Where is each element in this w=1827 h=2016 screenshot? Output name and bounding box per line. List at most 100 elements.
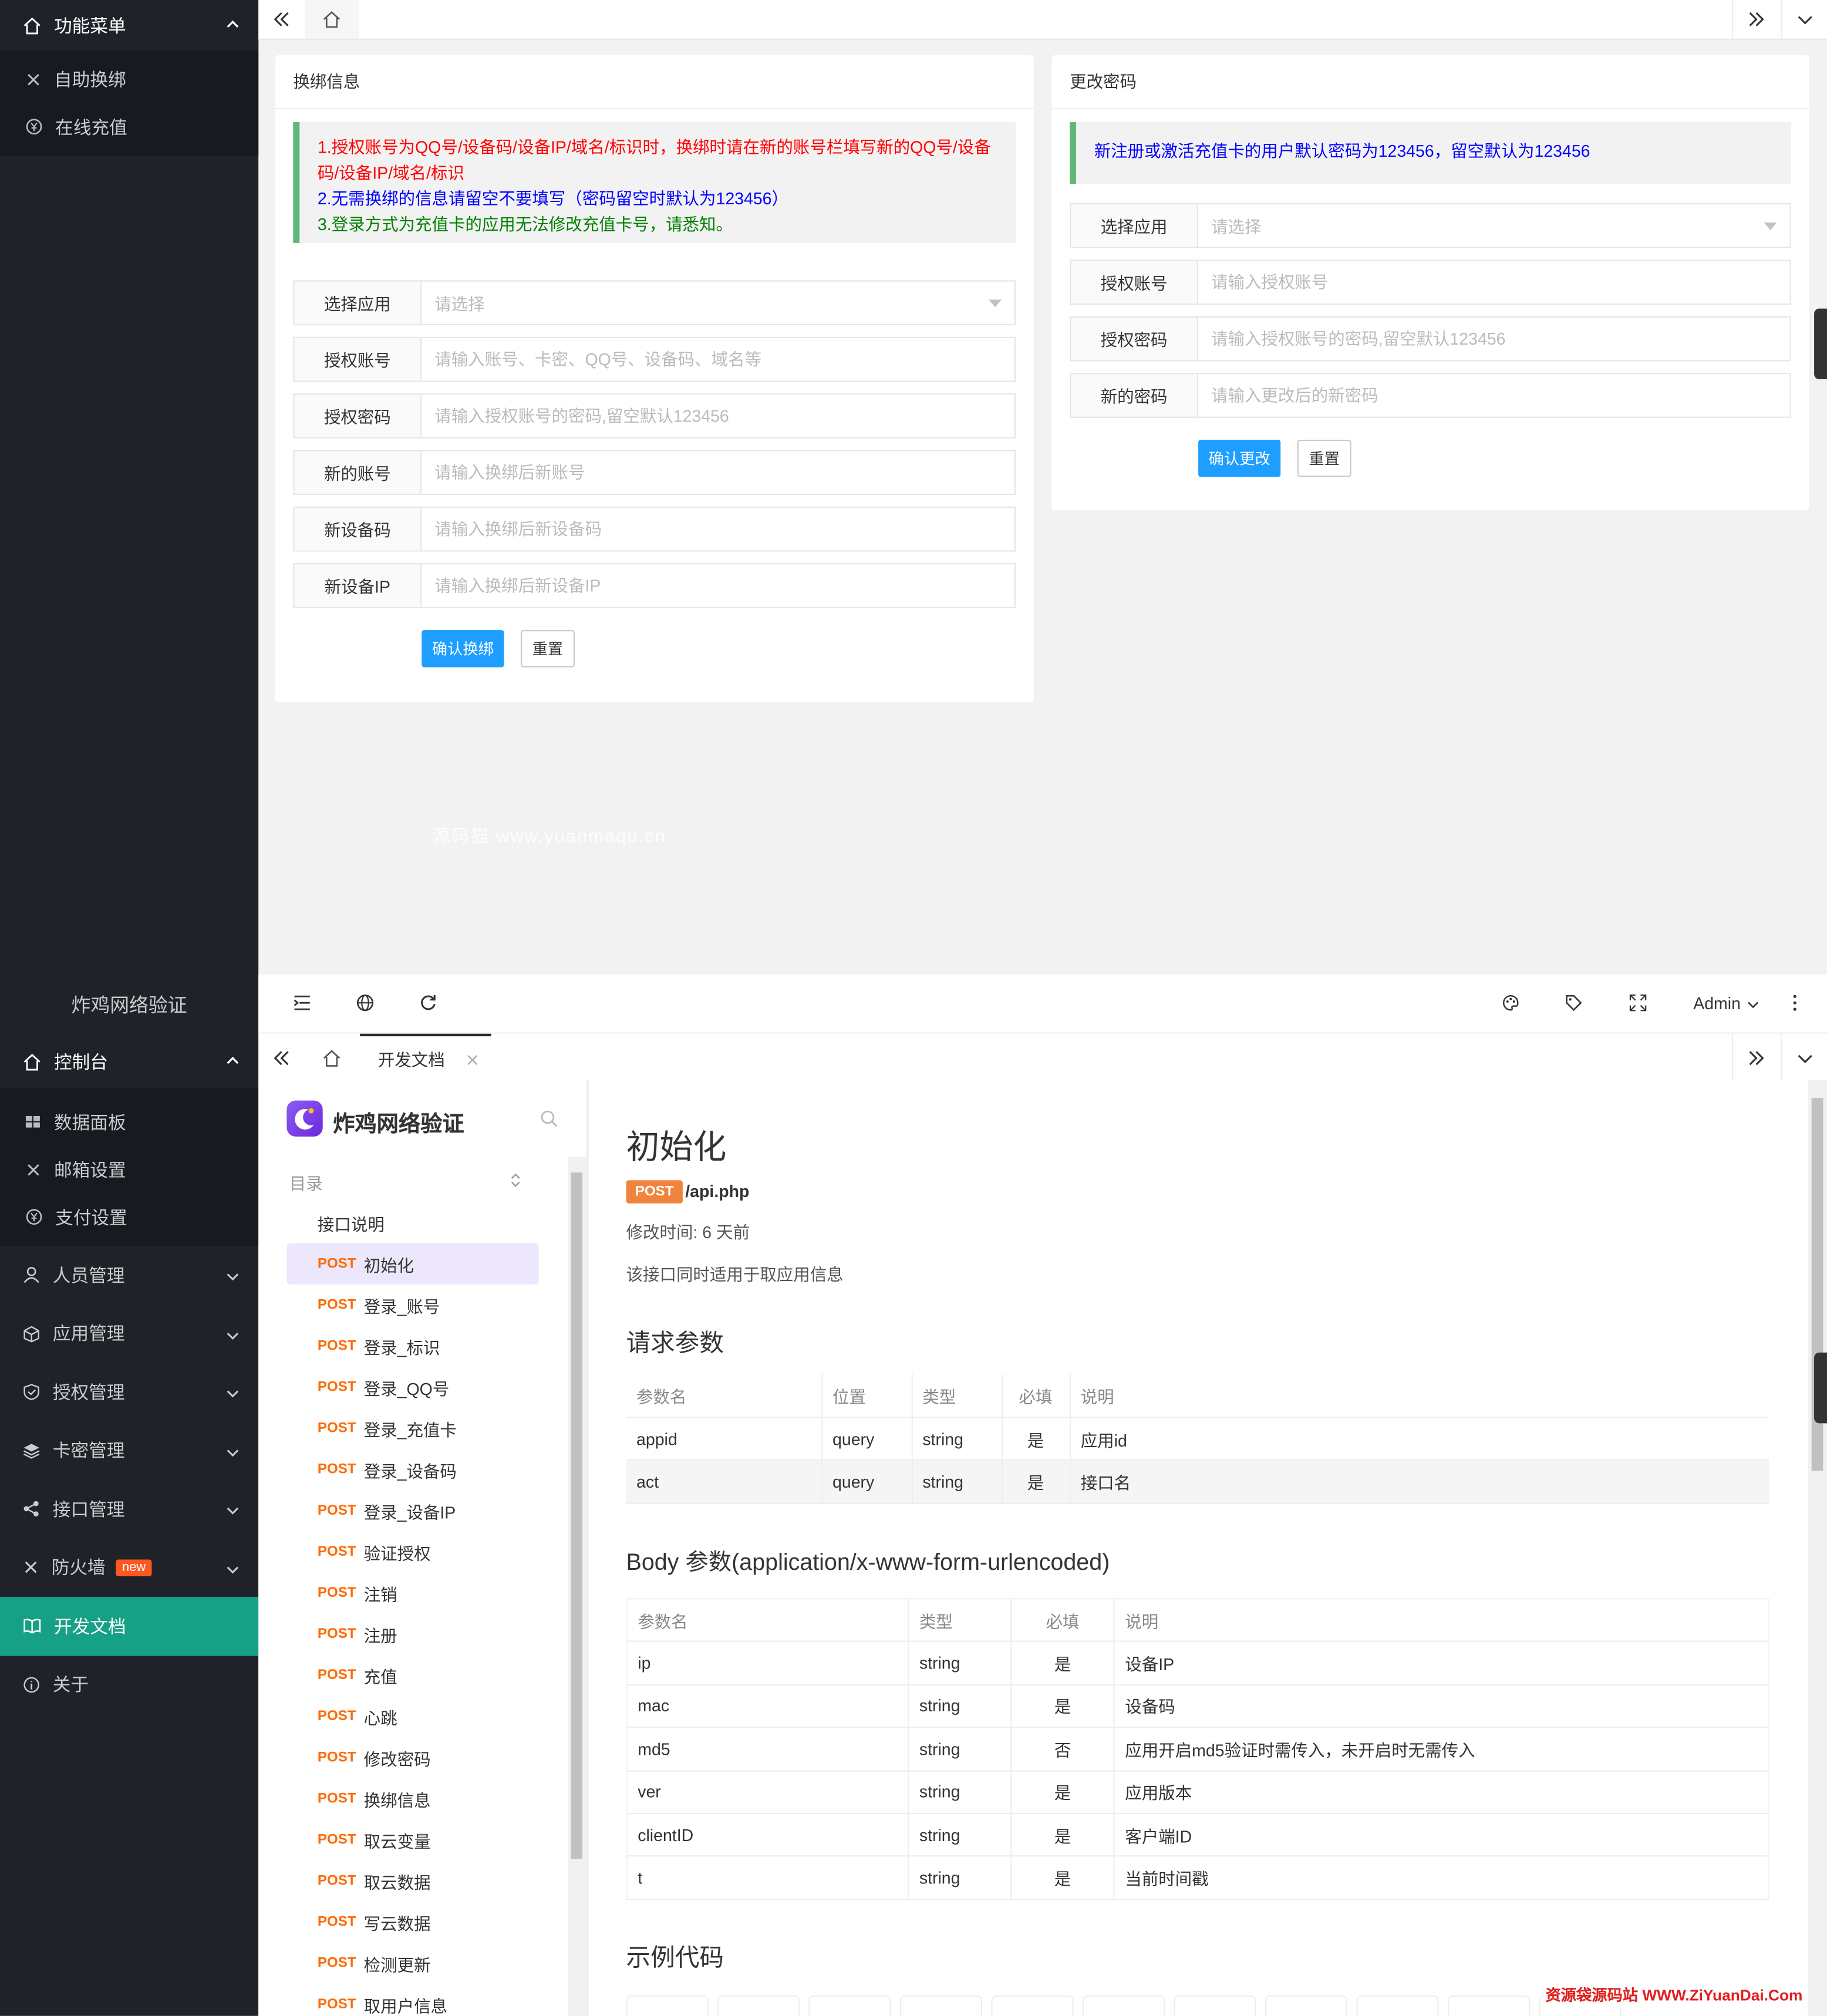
toc-item[interactable]: POST 取云变量	[286, 1819, 538, 1860]
rebind-new-account-input[interactable]	[422, 451, 1014, 494]
code-tab[interactable]	[717, 1995, 800, 2016]
toc-scrollbar[interactable]	[568, 1157, 586, 2016]
content-scrollbar[interactable]	[1808, 1080, 1827, 2016]
code-tab[interactable]	[1265, 1995, 1348, 2016]
sidebar-item-dashboard[interactable]: 数据面板	[0, 1098, 258, 1145]
toc-item[interactable]: POST 注册	[286, 1613, 538, 1654]
fullscreen-icon[interactable]	[1629, 994, 1647, 1012]
code-tab[interactable]	[1082, 1995, 1165, 2016]
code-tab[interactable]	[900, 1995, 983, 2016]
confirm-change-button[interactable]: 确认更改	[1198, 439, 1281, 477]
sidebar-item-auth[interactable]: 授权管理	[0, 1363, 258, 1421]
code-tab[interactable]	[1356, 1995, 1439, 2016]
toc-item[interactable]: POST 登录_账号	[286, 1285, 538, 1326]
close-icon[interactable]	[467, 1054, 478, 1066]
tabs-scroll-left[interactable]	[258, 1034, 305, 1081]
reset-password-button[interactable]: 重置	[1297, 439, 1351, 477]
function-menu-header[interactable]: 功能菜单	[0, 0, 259, 50]
toc-item[interactable]: POST 登录_充值卡	[286, 1408, 538, 1449]
sidebar-item-mail[interactable]: 邮箱设置	[0, 1145, 258, 1193]
console-submenu: 数据面板 邮箱设置 支付设置	[0, 1087, 259, 1246]
method-tag: POST	[317, 1626, 356, 1642]
toc-scroll-thumb[interactable]	[571, 1172, 583, 1859]
sidebar-item-apps[interactable]: 应用管理	[0, 1304, 258, 1363]
toc-item[interactable]: POST 登录_设备IP	[286, 1490, 538, 1531]
more-vertical-icon[interactable]	[1792, 994, 1798, 1012]
toc-item[interactable]: POST 登录_标识	[286, 1326, 538, 1367]
expand-collapse-icon[interactable]	[510, 1172, 521, 1188]
sidebar-item-api[interactable]: 接口管理	[0, 1480, 258, 1539]
toc-item[interactable]: POST 写云数据	[286, 1902, 538, 1943]
confirm-rebind-button[interactable]: 确认换绑	[422, 630, 504, 667]
sidebar-item-payment[interactable]: 支付设置	[0, 1193, 258, 1240]
sidebar-item-recharge[interactable]: 在线充值	[0, 103, 258, 150]
endpoint-path: /api.php	[685, 1181, 750, 1201]
rebind-account-input[interactable]	[422, 338, 1014, 381]
tab-home[interactable]	[305, 0, 359, 39]
code-tab[interactable]	[991, 1995, 1074, 2016]
tabs-menu-button[interactable]	[1781, 0, 1827, 39]
search-icon[interactable]	[540, 1110, 558, 1128]
method-tag: POST	[317, 1420, 356, 1437]
chevron-down-icon	[1797, 1054, 1812, 1063]
tabs-menu-button[interactable]	[1781, 1033, 1827, 1081]
toc-item[interactable]: POST 修改密码	[286, 1737, 538, 1778]
toc-item[interactable]: POST 心跳	[286, 1696, 538, 1737]
toc-item[interactable]: POST 取云数据	[286, 1860, 538, 1902]
sidebar-item-cards[interactable]: 卡密管理	[0, 1421, 258, 1480]
tabs-scroll-right[interactable]	[1731, 0, 1778, 39]
admin-user-menu[interactable]: Admin	[1693, 994, 1741, 1013]
toc-item[interactable]: POST 充值	[286, 1655, 538, 1696]
tabs-scroll-right[interactable]	[1731, 1033, 1778, 1081]
console-header[interactable]: 控制台	[0, 1034, 259, 1088]
toc-item[interactable]: POST 取用户信息	[286, 1984, 538, 2016]
refresh-icon[interactable]	[419, 994, 437, 1012]
chevron-up-icon	[227, 20, 239, 28]
toc-item-intro[interactable]: 接口说明	[286, 1202, 538, 1243]
pw-password-row: 授权密码	[1070, 316, 1791, 362]
toc-item[interactable]: POST 初始化	[286, 1243, 539, 1285]
toc-item[interactable]: POST 注销	[286, 1572, 538, 1613]
pw-new-password-input[interactable]	[1198, 374, 1790, 417]
reset-rebind-button[interactable]: 重置	[520, 630, 575, 667]
home-icon	[23, 1053, 41, 1070]
sidebar-item-docs[interactable]: 开发文档	[0, 1596, 259, 1656]
sidebar-item-users[interactable]: 人员管理	[0, 1246, 258, 1304]
rebind-password-input[interactable]	[422, 395, 1014, 437]
password-card: 更改密码 新注册或激活充值卡的用户默认密码为123456，留空默认为123456…	[1051, 55, 1809, 511]
globe-icon[interactable]	[356, 994, 375, 1012]
rebind-new-device-input[interactable]	[422, 508, 1014, 551]
theme-palette-icon[interactable]	[1502, 994, 1520, 1012]
sidebar-item-firewall[interactable]: 防火墙 new	[0, 1538, 258, 1597]
scroll-handle[interactable]	[1814, 1352, 1827, 1424]
code-tab[interactable]	[1447, 1995, 1531, 2016]
pw-account-input[interactable]	[1198, 261, 1790, 304]
code-tab[interactable]	[808, 1995, 891, 2016]
rebind-app-select[interactable]: 请选择	[422, 282, 1014, 324]
code-tab[interactable]	[626, 1995, 709, 2016]
sidebar-item-rebind[interactable]: 自助换绑	[0, 55, 258, 103]
toc-item[interactable]: POST 登录_设备码	[286, 1449, 538, 1490]
pw-password-input[interactable]	[1198, 317, 1790, 360]
toc-item[interactable]: POST 换绑信息	[286, 1778, 538, 1819]
field-label: 授权密码	[1071, 317, 1199, 360]
collapse-menu-icon[interactable]	[293, 994, 311, 1012]
method-tag: POST	[317, 1297, 356, 1313]
rebind-new-ip-input[interactable]	[422, 564, 1014, 607]
param-type: string	[908, 1856, 1012, 1900]
sidebar-item-about[interactable]: 关于	[0, 1656, 258, 1714]
toc-item[interactable]: POST 检测更新	[286, 1943, 538, 1984]
param-type: string	[908, 1641, 1012, 1685]
toc-item[interactable]: POST 登录_QQ号	[286, 1367, 538, 1408]
toc-item[interactable]: POST 验证授权	[286, 1531, 538, 1572]
scroll-handle[interactable]	[1814, 308, 1827, 380]
request-params-title: 请求参数	[626, 1330, 724, 1358]
tab-dev-docs[interactable]: 开发文档	[360, 1033, 491, 1081]
tag-icon[interactable]	[1565, 994, 1583, 1012]
tabs-scroll-left[interactable]	[258, 0, 305, 39]
code-tab[interactable]	[1174, 1995, 1256, 2016]
tab-home[interactable]	[305, 1034, 359, 1081]
column-header: 参数名	[626, 1599, 909, 1643]
top-tabs-bar	[258, 0, 1827, 40]
pw-app-select[interactable]: 请选择	[1198, 204, 1789, 247]
